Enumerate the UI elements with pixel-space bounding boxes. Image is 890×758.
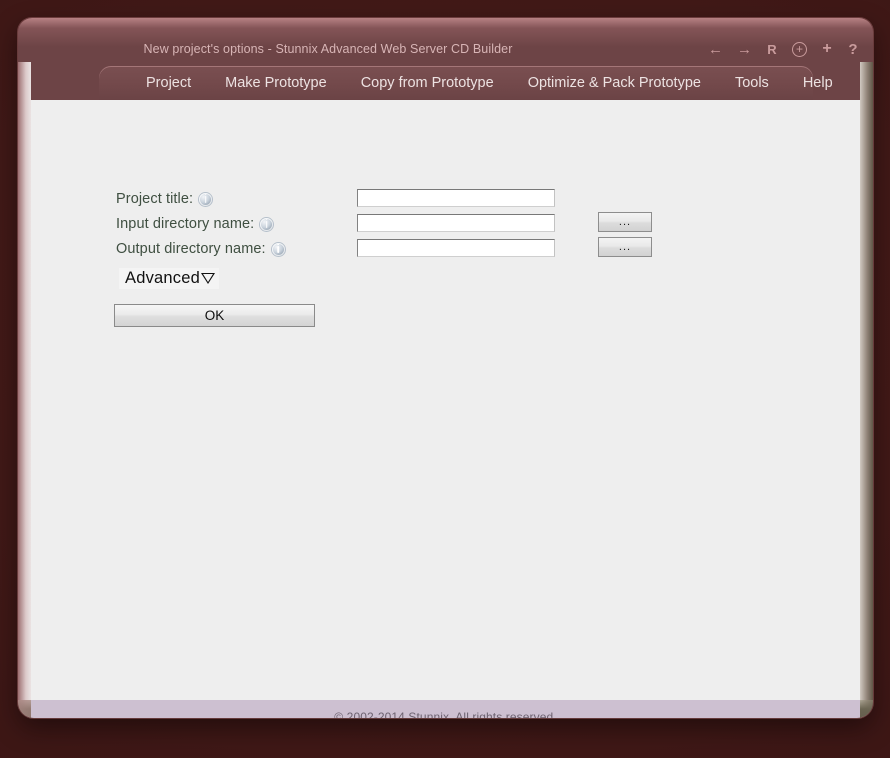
menu-item-optimize-pack-prototype[interactable]: Optimize & Pack Prototype — [511, 66, 718, 100]
project-title-label: Project title: — [116, 191, 194, 207]
window-title: New project's options - Stunnix Advanced… — [143, 42, 513, 56]
desktop-background: New project's options - Stunnix Advanced… — [0, 0, 890, 758]
zoom-in-icon[interactable]: + — [792, 41, 807, 57]
back-icon[interactable]: ← — [708, 41, 723, 57]
menu-item-help[interactable]: Help — [786, 66, 850, 100]
output-directory-input[interactable] — [357, 239, 555, 257]
chevron-down-icon — [201, 273, 215, 284]
menu-bar: Project Make Prototype Copy from Prototype… — [99, 66, 833, 100]
title-bar-buttons: ← → R + +? — [708, 41, 859, 57]
input-directory-label: Input directory name: — [116, 216, 255, 232]
window-edge-right — [860, 62, 873, 718]
title-bar: New project's options - Stunnix Advanced… — [18, 18, 873, 62]
client-area: Project title: Input directory name:... Ou… — [31, 100, 860, 700]
new-project-options-form: Project title: Input directory name:... Ou… — [31, 100, 860, 257]
application-window: New project's options - Stunnix Advanced… — [18, 18, 873, 718]
forward-icon[interactable]: → — [737, 41, 752, 57]
form-row: Input directory name: — [116, 213, 274, 235]
menu-item-project[interactable]: Project — [129, 66, 208, 100]
form-row: Project title: — [116, 188, 213, 210]
input-directory-browse-button[interactable]: ... — [598, 212, 652, 232]
window-edge-left — [18, 62, 31, 718]
info-icon[interactable] — [199, 192, 213, 206]
advanced-section-toggle[interactable]: Advanced — [119, 268, 219, 289]
menu-item-make-prototype[interactable]: Make Prototype — [208, 66, 344, 100]
input-directory-input[interactable] — [357, 214, 555, 232]
project-title-input[interactable] — [357, 189, 555, 207]
menu-item-tools[interactable]: Tools — [718, 66, 786, 100]
reload-icon[interactable]: R — [766, 41, 778, 57]
add-icon[interactable]: + — [821, 41, 833, 57]
form-row: Output directory name: — [116, 238, 285, 260]
advanced-toggle-label: Advanced — [125, 269, 200, 287]
info-icon[interactable] — [260, 217, 274, 231]
footer-bar: © 2002-2014 Stunnix. All rights reserved… — [31, 700, 860, 718]
output-directory-label: Output directory name: — [116, 241, 266, 257]
info-icon[interactable] — [271, 242, 285, 256]
menu-item-copy-from-prototype[interactable]: Copy from Prototype — [344, 66, 511, 100]
output-directory-browse-button[interactable]: ... — [598, 237, 652, 257]
help-icon[interactable]: ? — [847, 41, 859, 57]
ok-button[interactable]: OK — [114, 304, 315, 327]
copyright-text: © 2002-2014 Stunnix. All rights reserved… — [334, 710, 557, 718]
